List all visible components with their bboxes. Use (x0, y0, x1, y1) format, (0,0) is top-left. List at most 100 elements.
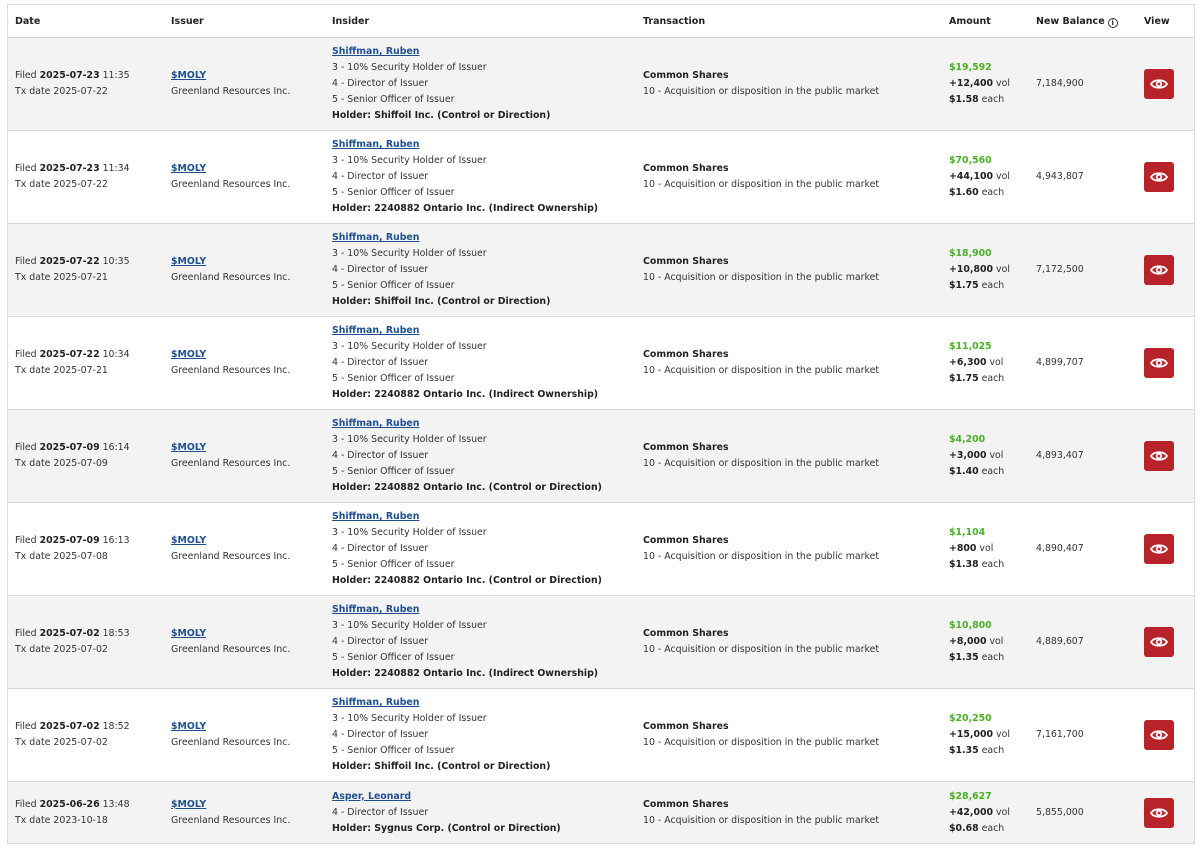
view-button[interactable] (1144, 720, 1174, 750)
tx-date-line: Tx date 2023-10-18 (15, 813, 130, 829)
table-row: Filed 2025-07-09 16:14 Tx date 2025-07-0… (8, 410, 1194, 503)
filed-line: Filed 2025-07-22 10:35 (15, 254, 130, 270)
info-icon[interactable]: i (1107, 18, 1118, 28)
eye-icon (1150, 807, 1168, 818)
tx-date-line: Tx date 2025-07-21 (15, 363, 130, 379)
header-transaction[interactable]: Transaction (643, 16, 705, 27)
ticker-link[interactable]: $MOLY (171, 349, 206, 360)
header-new-balance[interactable]: New Balance i (1036, 16, 1118, 28)
header-issuer[interactable]: Issuer (171, 16, 204, 27)
holder-text: Holder: Shiffoil Inc. (Control or Direct… (332, 296, 551, 307)
insider-role: 4 - Director of Issuer (332, 806, 429, 818)
filed-label: Filed (15, 70, 37, 81)
ticker-link[interactable]: $MOLY (171, 163, 206, 174)
insider-cell: Shiffman, Ruben 3 - 10% Security Holder … (332, 224, 550, 316)
header-insider[interactable]: Insider (332, 16, 369, 27)
insider-cell: Shiffman, Ruben 3 - 10% Security Holder … (332, 38, 550, 130)
view-button[interactable] (1144, 255, 1174, 285)
eye-icon (1150, 637, 1168, 647)
tx-date-label: Tx date (15, 551, 51, 562)
ticker-link[interactable]: $MOLY (171, 535, 206, 546)
amount-value: $19,592 (949, 62, 992, 73)
view-button[interactable] (1144, 69, 1174, 99)
eye-icon (1150, 730, 1168, 740)
view-cell (1144, 131, 1174, 223)
filed-date: 2025-07-23 (39, 70, 100, 81)
date-cell: Filed 2025-07-22 10:35 Tx date 2025-07-2… (15, 224, 130, 316)
new-balance-value: 4,889,607 (1036, 636, 1084, 647)
price-value: $1.35 (949, 745, 979, 756)
view-button[interactable] (1144, 534, 1174, 564)
balance-cell: 4,943,807 (1036, 131, 1084, 223)
view-button[interactable] (1144, 627, 1174, 657)
filed-line: Filed 2025-07-23 11:35 (15, 68, 130, 84)
ticker-link[interactable]: $MOLY (171, 70, 206, 81)
view-cell (1144, 224, 1174, 316)
volume-value: +15,000 (949, 729, 994, 740)
transaction-cell: Common Shares 10 - Acquisition or dispos… (643, 38, 879, 130)
insider-link[interactable]: Shiffman, Ruben (332, 418, 419, 429)
date-cell: Filed 2025-07-23 11:34 Tx date 2025-07-2… (15, 131, 130, 223)
security-type: Common Shares (643, 163, 729, 174)
ticker-link[interactable]: $MOLY (171, 256, 206, 267)
amount-cell: $18,900 +10,800 vol $1.75 each (949, 224, 1010, 316)
insider-role: 3 - 10% Security Holder of Issuer (332, 713, 487, 724)
tx-date: 2025-07-09 (53, 458, 108, 469)
insider-role: 3 - 10% Security Holder of Issuer (332, 341, 487, 352)
filed-date: 2025-07-23 (39, 163, 100, 174)
eye-icon (1150, 358, 1168, 368)
table-row: Filed 2025-07-23 11:35 Tx date 2025-07-2… (8, 38, 1194, 131)
header-amount[interactable]: Amount (949, 16, 991, 27)
view-button[interactable] (1144, 348, 1174, 378)
insider-link[interactable]: Shiffman, Ruben (332, 511, 419, 522)
balance-cell: 4,893,407 (1036, 410, 1084, 502)
holder-text: Holder: 2240882 Ontario Inc. (Indirect O… (332, 389, 599, 400)
tx-date-line: Tx date 2025-07-21 (15, 270, 130, 286)
insider-role: 4 - Director of Issuer (332, 78, 429, 89)
filed-date: 2025-07-22 (39, 349, 100, 360)
insider-link[interactable]: Shiffman, Ruben (332, 232, 419, 243)
view-cell (1144, 38, 1174, 130)
date-cell: Filed 2025-07-22 10:34 Tx date 2025-07-2… (15, 317, 130, 409)
header-view: View (1144, 16, 1170, 27)
filed-time: 11:34 (102, 163, 130, 174)
balance-cell: 4,889,607 (1036, 596, 1084, 688)
insider-link[interactable]: Asper, Leonard (332, 791, 411, 802)
ticker-link[interactable]: $MOLY (171, 628, 206, 639)
table-row: Filed 2025-06-26 13:48 Tx date 2023-10-1… (8, 782, 1194, 844)
header-date[interactable]: Date (15, 16, 40, 27)
balance-cell: 7,184,900 (1036, 38, 1084, 130)
insider-cell: Shiffman, Ruben 3 - 10% Security Holder … (332, 503, 602, 595)
table-row: Filed 2025-07-22 10:35 Tx date 2025-07-2… (8, 224, 1194, 317)
issuer-cell: $MOLY Greenland Resources Inc. (171, 503, 290, 595)
new-balance-value: 4,943,807 (1036, 171, 1084, 182)
insider-link[interactable]: Shiffman, Ruben (332, 325, 419, 336)
transaction-nature: 10 - Acquisition or disposition in the p… (643, 458, 880, 469)
ticker-link[interactable]: $MOLY (171, 799, 206, 810)
view-button[interactable] (1144, 441, 1174, 471)
insider-role: 5 - Senior Officer of Issuer (332, 466, 455, 477)
amount-value: $28,627 (949, 790, 992, 802)
insider-link[interactable]: Shiffman, Ruben (332, 697, 419, 708)
insider-role: 4 - Director of Issuer (332, 171, 429, 182)
ticker-link[interactable]: $MOLY (171, 721, 206, 732)
security-type: Common Shares (643, 798, 729, 810)
filed-line: Filed 2025-07-02 18:52 (15, 719, 130, 735)
view-button[interactable] (1144, 797, 1174, 828)
each-label: each (981, 94, 1005, 105)
insider-link[interactable]: Shiffman, Ruben (332, 46, 419, 57)
holder-text: Holder: Shiffoil Inc. (Control or Direct… (332, 761, 551, 772)
volume-value: +10,800 (949, 264, 994, 275)
filed-time: 10:34 (102, 349, 130, 360)
new-balance-value: 5,855,000 (1036, 806, 1084, 818)
insider-role: 3 - 10% Security Holder of Issuer (332, 62, 487, 73)
issuer-name: Greenland Resources Inc. (171, 272, 291, 283)
ticker-link[interactable]: $MOLY (171, 442, 206, 453)
insider-transactions-table: Date Issuer Insider Transaction Amount N… (7, 4, 1195, 844)
issuer-cell: $MOLY Greenland Resources Inc. (171, 410, 290, 502)
amount-value: $70,560 (949, 155, 992, 166)
security-type: Common Shares (643, 442, 729, 453)
view-button[interactable] (1144, 162, 1174, 192)
insider-link[interactable]: Shiffman, Ruben (332, 604, 419, 615)
insider-link[interactable]: Shiffman, Ruben (332, 139, 419, 150)
